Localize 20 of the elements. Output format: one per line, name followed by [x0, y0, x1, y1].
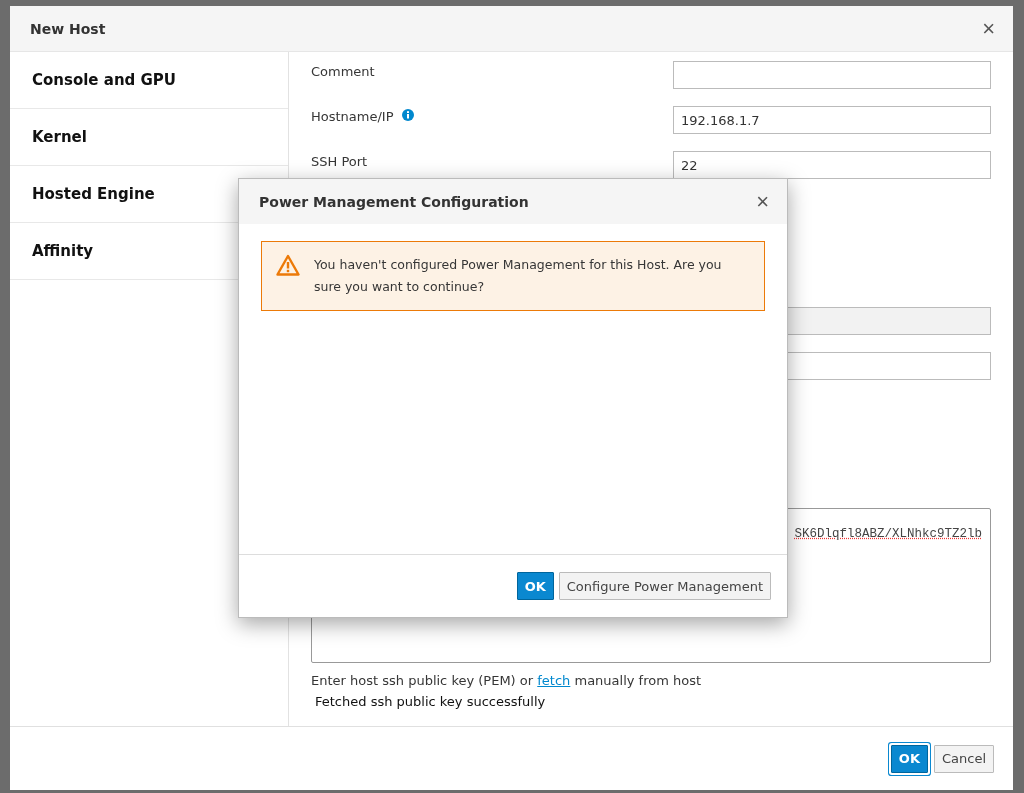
close-button[interactable]: ×: [982, 17, 995, 40]
warning-icon: [276, 254, 300, 276]
sidebar-item[interactable]: Console and GPU: [10, 52, 288, 109]
status-text: Fetched ssh public key successfully: [315, 694, 547, 709]
help-text: Enter host ssh public key (PEM) or fetch manually from host: [311, 673, 703, 688]
configure-button[interactable]: Configure Power Management: [558, 572, 771, 600]
ok-button[interactable]: OK: [890, 744, 928, 773]
ok-button[interactable]: OK: [516, 572, 554, 600]
cancel-button[interactable]: Cancel: [933, 744, 994, 773]
warning-text: You haven't configured Power Management for this Host. Are you sure you want to continue?: [314, 256, 723, 296]
input-field[interactable]: 22: [673, 151, 991, 179]
input-field[interactable]: [673, 61, 991, 89]
field-label: Comment: [311, 63, 375, 79]
dialog-title: New Host: [30, 20, 106, 37]
field-label: Hostname/IP: [311, 108, 394, 124]
input-field[interactable]: 192.168.1.7: [673, 106, 991, 134]
field-label: SSH Port: [311, 153, 368, 169]
sidebar-item[interactable]: Kernel: [10, 109, 288, 166]
fetch-link[interactable]: fetch: [537, 673, 571, 688]
close-button[interactable]: ×: [756, 190, 769, 213]
